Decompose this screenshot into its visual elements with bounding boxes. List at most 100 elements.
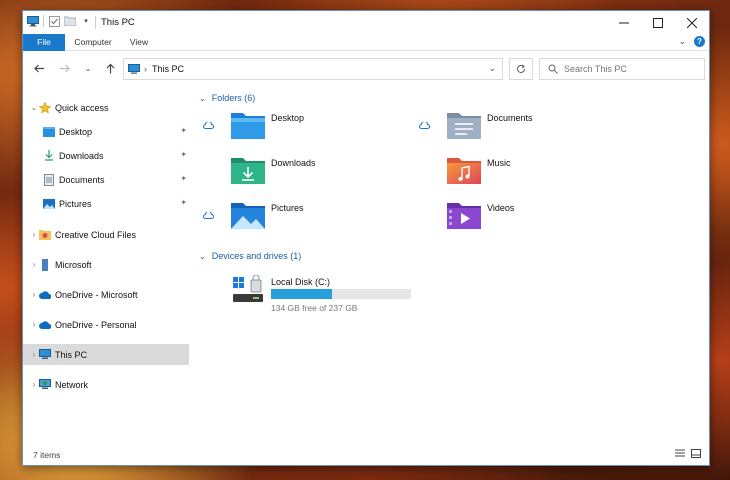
cloud-sync-icon <box>203 121 214 131</box>
folder-name: Pictures <box>271 203 304 213</box>
navigation-bar: ⌄ › This PC ⌄ <box>23 55 709 81</box>
sidebar-item-network[interactable]: › Network <box>23 374 189 395</box>
breadcrumb-separator[interactable]: › <box>144 64 147 74</box>
sidebar-item-label: Quick access <box>55 102 109 113</box>
content-pane: ⌄ Folders (6) Desktop Documents Download… <box>193 87 709 447</box>
folder-name: Documents <box>487 113 533 123</box>
devices-group-header[interactable]: ⌄ Devices and drives (1) <box>199 251 301 261</box>
tab-view[interactable]: View <box>125 34 153 51</box>
drive-free-space: 134 GB free of 237 GB <box>271 303 358 313</box>
local-disk-icon <box>233 275 263 302</box>
quick-access-toolbar: ▾ <box>27 15 92 27</box>
view-switcher <box>675 449 701 460</box>
item-count: 7 items <box>33 450 61 460</box>
refresh-button[interactable] <box>509 58 533 80</box>
folder-tile-documents[interactable]: Documents <box>409 109 629 149</box>
navigation-pane: ⌄ Quick access Desktop ✦ Downloads ✦ Doc… <box>23 95 191 445</box>
pictures-folder-icon <box>231 203 265 229</box>
creative-cloud-folder-icon <box>39 229 51 241</box>
back-button[interactable] <box>31 60 47 76</box>
sidebar-item-downloads[interactable]: Downloads ✦ <box>23 145 189 166</box>
chevron-right-icon[interactable]: › <box>29 320 39 329</box>
window-controls <box>607 11 709 34</box>
forward-button[interactable] <box>56 60 72 76</box>
sidebar-item-label: This PC <box>55 349 88 360</box>
close-button[interactable] <box>675 11 709 34</box>
desktop-folder-icon <box>43 126 55 138</box>
sidebar-item-pictures[interactable]: Pictures ✦ <box>23 193 189 214</box>
chevron-right-icon[interactable]: › <box>29 350 39 359</box>
desktop-folder-icon <box>231 113 265 139</box>
folder-name: Videos <box>487 203 515 213</box>
sidebar-item-creative-cloud[interactable]: › Creative Cloud Files <box>23 224 189 245</box>
onedrive-icon <box>39 319 51 331</box>
properties-icon[interactable] <box>48 15 60 27</box>
large-icons-view-icon[interactable] <box>691 449 701 460</box>
folder-name: Desktop <box>271 113 305 123</box>
sidebar-item-microsoft[interactable]: › Microsoft <box>23 254 189 275</box>
file-explorer-window: ▾ This PC File Computer View ⌄ ? ⌄ › Thi… <box>22 10 710 466</box>
chevron-down-icon[interactable]: ⌄ <box>199 252 206 261</box>
sidebar-item-documents[interactable]: Documents ✦ <box>23 169 189 190</box>
sidebar-item-label: Desktop <box>59 126 93 137</box>
sidebar-item-label: Documents <box>59 174 105 185</box>
divider <box>43 15 44 27</box>
chevron-right-icon[interactable]: › <box>29 380 39 389</box>
minimize-button[interactable] <box>607 11 641 34</box>
expand-ribbon-icon[interactable]: ⌄ <box>678 36 686 47</box>
sidebar-item-onedrive-microsoft[interactable]: › OneDrive - Microsoft <box>23 284 189 305</box>
folder-tile-videos[interactable]: Videos <box>409 199 629 239</box>
sidebar-item-quick-access[interactable]: ⌄ Quick access <box>23 97 189 118</box>
address-bar[interactable]: › This PC ⌄ <box>123 58 503 80</box>
tab-file[interactable]: File <box>23 34 65 51</box>
details-view-icon[interactable] <box>675 449 685 460</box>
new-folder-icon[interactable] <box>64 15 76 27</box>
ribbon-tabs: File Computer View ⌄ ? <box>23 34 709 51</box>
breadcrumb[interactable]: This PC <box>152 64 184 74</box>
search-icon <box>548 64 558 74</box>
chevron-down-icon[interactable]: ⌄ <box>488 63 496 74</box>
documents-folder-icon <box>447 113 481 139</box>
customize-toolbar-icon[interactable]: ▾ <box>80 15 92 27</box>
up-button[interactable] <box>102 60 118 76</box>
recent-locations-icon[interactable]: ⌄ <box>80 60 96 76</box>
drive-tile-c[interactable]: Local Disk (C:) 134 GB free of 237 GB <box>231 275 431 315</box>
cloud-sync-icon <box>203 211 214 221</box>
pictures-icon <box>43 198 55 210</box>
disk-usage-bar <box>271 289 411 299</box>
divider <box>95 16 96 29</box>
folder-name: Music <box>487 158 511 168</box>
help-icon[interactable]: ? <box>694 36 705 47</box>
sidebar-item-onedrive-personal[interactable]: › OneDrive - Personal <box>23 314 189 335</box>
disk-usage-fill <box>271 289 332 299</box>
tab-computer[interactable]: Computer <box>71 34 115 51</box>
chevron-right-icon[interactable]: › <box>29 260 39 269</box>
chevron-right-icon[interactable]: › <box>29 290 39 299</box>
chevron-right-icon[interactable]: › <box>29 230 39 239</box>
sidebar-item-label: Microsoft <box>55 259 92 270</box>
maximize-button[interactable] <box>641 11 675 34</box>
folder-name: Downloads <box>271 158 316 168</box>
chevron-down-icon[interactable]: ⌄ <box>199 94 206 103</box>
sidebar-item-desktop[interactable]: Desktop ✦ <box>23 121 189 142</box>
sidebar-item-this-pc[interactable]: › This PC <box>23 344 189 365</box>
folder-tile-desktop[interactable]: Desktop <box>193 109 413 149</box>
pin-icon[interactable]: ✦ <box>180 150 187 159</box>
star-icon <box>39 101 51 114</box>
this-pc-icon <box>39 349 51 361</box>
search-box[interactable] <box>539 58 705 80</box>
folder-tile-pictures[interactable]: Pictures <box>193 199 413 239</box>
pin-icon[interactable]: ✦ <box>180 126 187 135</box>
videos-folder-icon <box>447 203 481 229</box>
pin-icon[interactable]: ✦ <box>180 174 187 183</box>
building-icon <box>39 258 51 271</box>
folder-tile-downloads[interactable]: Downloads <box>193 154 413 194</box>
chevron-down-icon[interactable]: ⌄ <box>29 103 39 112</box>
sidebar-item-label: OneDrive - Microsoft <box>55 289 138 300</box>
sidebar-item-label: OneDrive - Personal <box>55 319 137 330</box>
search-input[interactable] <box>564 64 694 74</box>
folder-tile-music[interactable]: Music <box>409 154 629 194</box>
pin-icon[interactable]: ✦ <box>180 198 187 207</box>
document-icon <box>43 173 55 186</box>
folders-group-header[interactable]: ⌄ Folders (6) <box>199 93 255 103</box>
